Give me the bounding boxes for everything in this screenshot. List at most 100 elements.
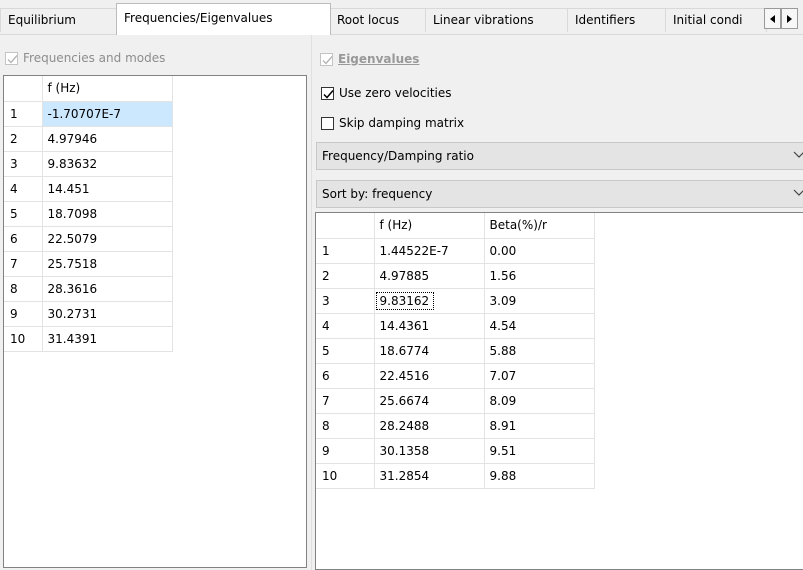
checkmark-icon [322,55,333,65]
tab-bar: Equilibrium Frequencies/Eigenvalues Root… [0,0,803,35]
arrow-right-icon [787,14,792,23]
frequency-cell[interactable]: 4.97885 [374,263,485,289]
eigenvalues-pane: Eigenvalues Use zero velocities Skip dam… [312,34,803,570]
frequencies-and-modes-checkbox[interactable]: Frequencies and modes [5,51,165,65]
frequency-cell[interactable]: 4.97946 [42,126,173,152]
table-row[interactable]: 9 30.2731 [4,301,173,327]
row-number: 4 [4,176,43,202]
sort-by-select[interactable]: Sort by: frequency [316,180,803,208]
tab-linear-vibrations[interactable]: Linear vibrations [425,8,569,32]
eigenvalues-table: f (Hz) Beta(%)/r 1 1.44522E-7 0.00 2 4.9788… [316,213,595,489]
display-mode-select[interactable]: Frequency/Damping ratio [316,142,803,170]
frequency-cell[interactable]: 14.4361 [374,313,485,339]
beta-cell[interactable]: 1.56 [484,263,595,289]
frequency-cell-focused[interactable]: 9.83162 [374,288,485,314]
frequency-cell[interactable]: -1.70707E-7 [42,101,173,127]
skip-damping-matrix-checkbox[interactable]: Skip damping matrix [321,116,464,130]
row-number: 5 [4,201,43,227]
frequency-cell[interactable]: 9.83632 [42,151,173,177]
column-header-f-hz[interactable]: f (Hz) [374,213,485,239]
table-row[interactable]: 6 22.4516 7.07 [316,363,595,389]
table-row[interactable]: 9 30.1358 9.51 [316,438,595,464]
table-row[interactable]: 7 25.7518 [4,251,173,277]
tab-equilibrium[interactable]: Equilibrium [0,8,118,32]
beta-cell[interactable]: 8.91 [484,413,595,439]
beta-cell[interactable]: 7.07 [484,363,595,389]
tab-scroll-left-button[interactable] [764,8,781,29]
beta-cell[interactable]: 8.09 [484,388,595,414]
beta-cell[interactable]: 9.88 [484,463,595,489]
chevron-down-icon [793,189,803,196]
beta-cell[interactable]: 5.88 [484,338,595,364]
table-row[interactable]: 3 9.83162 3.09 [316,288,595,314]
frequencies-grid[interactable]: f (Hz) 1 -1.70707E-7 2 4.97946 3 9.83632 41… [3,75,307,568]
row-number: 6 [4,226,43,252]
frequencies-and-modes-label: Frequencies and modes [23,51,166,65]
table-row[interactable]: 5 18.7098 [4,201,173,227]
frequency-cell[interactable]: 22.5079 [42,226,173,252]
frequency-cell[interactable]: 22.4516 [374,363,485,389]
beta-cell[interactable]: 3.09 [484,288,595,314]
sort-by-value: Sort by: frequency [322,187,433,201]
table-row[interactable]: 3 9.83632 [4,151,173,177]
row-number: 2 [4,126,43,152]
use-zero-velocities-label: Use zero velocities [339,86,452,100]
beta-cell[interactable]: 9.51 [484,438,595,464]
frequency-cell[interactable]: 28.3616 [42,276,173,302]
tab-root-locus[interactable]: Root locus [329,8,427,32]
table-row[interactable]: 8 28.2488 8.91 [316,413,595,439]
row-number: 7 [316,388,375,414]
table-row[interactable]: 8 28.3616 [4,276,173,302]
corner-cell [4,76,43,102]
skip-damping-matrix-label: Skip damping matrix [339,116,465,130]
frequency-cell[interactable]: 18.7098 [42,201,173,227]
frequency-cell[interactable]: 1.44522E-7 [374,238,485,264]
frequency-cell[interactable]: 25.6674 [374,388,485,414]
row-number: 8 [316,413,375,439]
beta-cell[interactable]: 0.00 [484,238,595,264]
chevron-down-icon [793,151,803,158]
table-row[interactable]: 10 31.4391 [4,326,173,352]
beta-cell[interactable]: 4.54 [484,313,595,339]
checkbox-box [321,86,334,100]
tab-frequencies-eigenvalues[interactable]: Frequencies/Eigenvalues [116,3,331,35]
row-number: 10 [316,463,375,489]
tab-scroll-buttons [764,8,798,29]
frequency-cell[interactable]: 28.2488 [374,413,485,439]
table-row[interactable]: 1 1.44522E-7 0.00 [316,238,595,264]
table-row[interactable]: 4 14.451 [4,176,173,202]
column-header-f-hz[interactable]: f (Hz) [42,76,173,102]
table-row[interactable]: 5 18.6774 5.88 [316,338,595,364]
table-row[interactable]: 10 31.2854 9.88 [316,463,595,489]
row-number: 5 [316,338,375,364]
table-row[interactable]: 2 4.97946 [4,126,173,152]
row-number: 3 [316,288,375,314]
frequency-cell[interactable]: 30.1358 [374,438,485,464]
table-row[interactable]: 2 4.97885 1.56 [316,263,595,289]
eigenvalues-grid[interactable]: f (Hz) Beta(%)/r 1 1.44522E-7 0.00 2 4.9788… [315,212,803,570]
tab-identifiers[interactable]: Identifiers [567,8,667,32]
checkmark-icon [7,54,18,64]
column-header-beta[interactable]: Beta(%)/r [484,213,595,239]
table-row[interactable]: 4 14.4361 4.54 [316,313,595,339]
arrow-left-icon [770,14,775,23]
table-header-row: f (Hz) Beta(%)/r [316,213,595,239]
row-number: 8 [4,276,43,302]
table-row[interactable]: 6 22.5079 [4,226,173,252]
row-number: 4 [316,313,375,339]
frequency-cell[interactable]: 14.451 [42,176,173,202]
table-row[interactable]: 1 -1.70707E-7 [4,101,173,127]
frequency-cell[interactable]: 25.7518 [42,251,173,277]
corner-cell [316,213,375,239]
eigenvalues-checkbox[interactable]: Eigenvalues [320,52,419,66]
frequency-cell[interactable]: 30.2731 [42,301,173,327]
row-number: 10 [4,326,43,352]
eigenvalues-label: Eigenvalues [338,52,420,66]
frequency-cell[interactable]: 31.4391 [42,326,173,352]
use-zero-velocities-checkbox[interactable]: Use zero velocities [321,86,452,100]
tab-scroll-right-button[interactable] [781,8,798,29]
frequency-cell[interactable]: 31.2854 [374,463,485,489]
tab-initial-conditions[interactable]: Initial condi [665,8,767,32]
frequency-cell[interactable]: 18.6774 [374,338,485,364]
table-row[interactable]: 7 25.6674 8.09 [316,388,595,414]
